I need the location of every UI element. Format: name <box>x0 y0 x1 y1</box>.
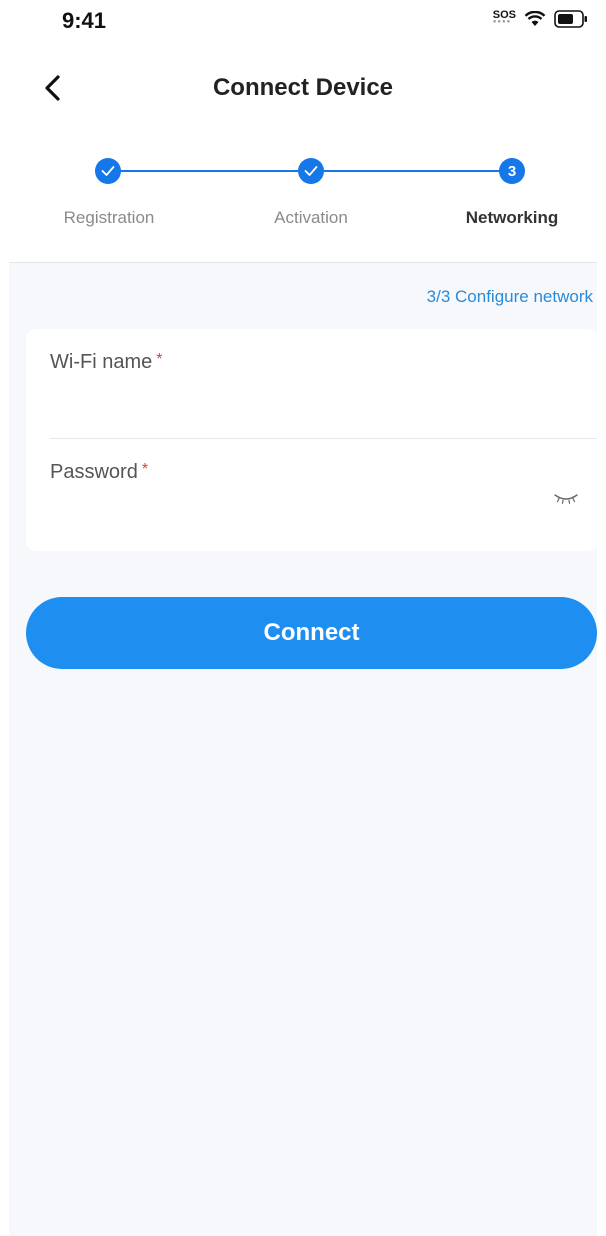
step-label-networking: Networking <box>465 208 559 227</box>
wifi-icon <box>524 11 546 26</box>
connect-button[interactable]: Connect <box>26 597 597 669</box>
wifi-name-label-text: Wi-Fi name <box>50 351 153 373</box>
step-label-activation: Activation <box>274 208 348 227</box>
password-label: Password * <box>50 461 148 484</box>
wifi-name-input[interactable] <box>50 387 547 421</box>
progress-stepper: 3 Registration Activation Networking <box>0 150 606 240</box>
step-connector <box>120 170 312 172</box>
step-label-registration: Registration <box>63 208 155 227</box>
network-form-card: Wi-Fi name * Password * <box>26 329 597 551</box>
step-marker-activation <box>298 158 324 184</box>
required-mark: * <box>141 461 149 478</box>
password-input[interactable] <box>50 497 547 531</box>
required-mark: * <box>156 351 163 368</box>
status-time: 9:41 <box>62 8 107 33</box>
sos-indicator: SOS ●●●● <box>493 9 516 25</box>
wifi-name-label: Wi-Fi name * <box>50 351 162 374</box>
check-icon <box>304 166 318 176</box>
password-field: Password * <box>50 439 597 549</box>
content-area: 3/3 Configure network Wi-Fi name * Passwo… <box>9 262 597 1236</box>
step-hint: 3/3 Configure network <box>426 287 593 306</box>
wifi-name-field: Wi-Fi name * <box>50 329 597 439</box>
battery-icon <box>554 10 587 28</box>
status-icons: SOS ●●●● <box>493 9 588 28</box>
step-marker-networking: 3 <box>499 158 525 184</box>
nav-bar: Connect Device <box>0 60 606 116</box>
password-label-text: Password <box>50 461 138 483</box>
step-marker-registration <box>95 158 121 184</box>
step-connector <box>324 170 500 172</box>
page-title: Connect Device <box>212 74 394 101</box>
password-visibility-toggle[interactable] <box>553 491 579 507</box>
eye-closed-icon <box>554 494 578 504</box>
check-icon <box>101 166 115 176</box>
status-bar: 9:41 SOS ●●●● <box>0 0 606 44</box>
